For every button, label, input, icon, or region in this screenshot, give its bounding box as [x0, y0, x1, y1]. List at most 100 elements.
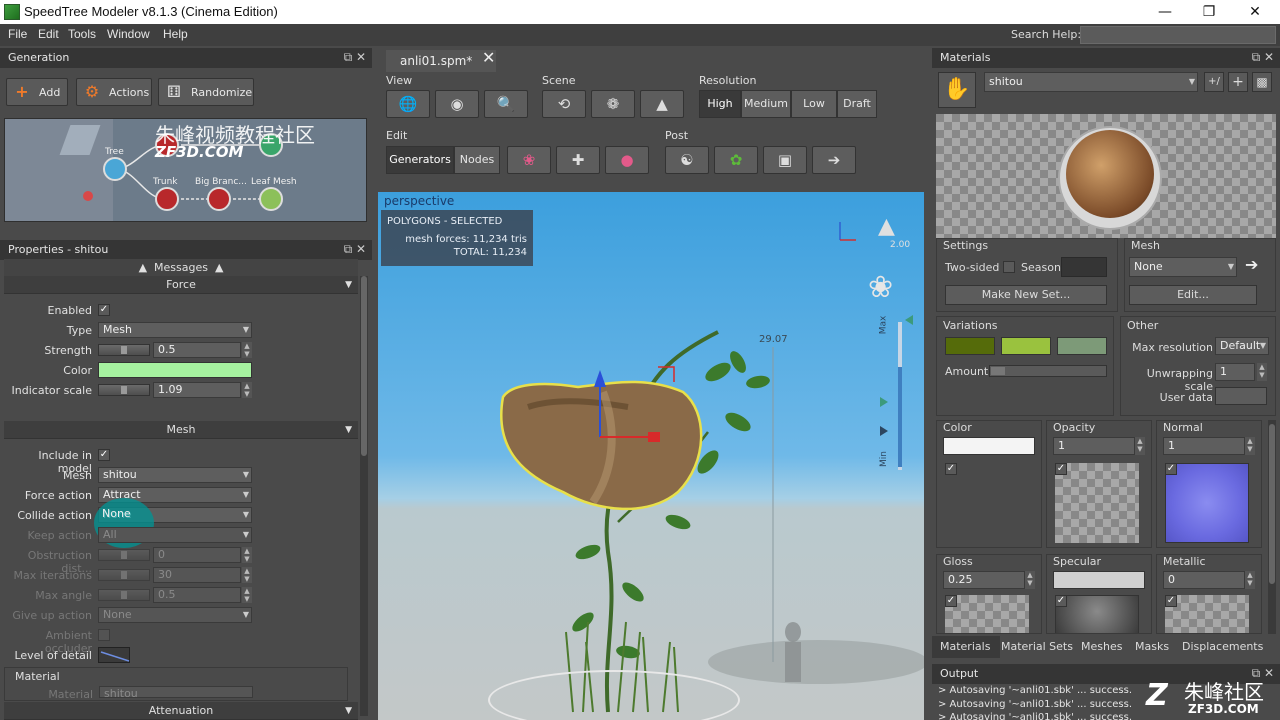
gloss-input[interactable]: 0.25	[943, 571, 1025, 589]
material-preview[interactable]	[936, 114, 1276, 238]
two-sided-checkbox[interactable]	[1003, 261, 1015, 273]
tab-material-sets[interactable]: Material Sets	[1001, 640, 1073, 653]
scene-light-button[interactable]: ▲	[640, 90, 684, 118]
include-in-model-checkbox[interactable]: ✓	[98, 449, 110, 461]
menu-window[interactable]: Window	[107, 27, 150, 41]
arrow-right-icon[interactable]: ➔	[1245, 255, 1258, 274]
node-graph[interactable]: Tree Trunk Big Branc... Leaf Mesh 朱峰视频教程…	[4, 118, 367, 222]
unwrapping-scale-spinner[interactable]: ▲ ▼	[1257, 363, 1267, 381]
lod-max-handle[interactable]	[905, 315, 913, 325]
color-map-texture[interactable]	[945, 463, 1029, 543]
mesh-edit-button[interactable]: Edit...	[1129, 285, 1257, 305]
metallic-map-texture[interactable]	[1165, 595, 1249, 633]
post-leaf-button[interactable]: ✿	[714, 146, 758, 174]
normal-spinner[interactable]: ▲ ▼	[1245, 437, 1255, 455]
zoom-view-button[interactable]: 🔍	[484, 90, 528, 118]
materials-scrollbar[interactable]	[1268, 420, 1276, 634]
scene-fan-button[interactable]: ❁	[591, 90, 635, 118]
tab-displacements[interactable]: Displacements	[1182, 640, 1263, 653]
max-angle-slider[interactable]	[98, 589, 150, 601]
orbit-view-button[interactable]: ◉	[435, 90, 479, 118]
add-material-button[interactable]: +	[1228, 72, 1248, 92]
normal-input[interactable]: 1	[1163, 437, 1245, 455]
ambient-occluder-checkbox[interactable]	[98, 629, 110, 641]
panel-float-close-icons[interactable]: ⧉ ✕	[344, 50, 366, 65]
specular-map-checkbox[interactable]: ✓	[1055, 595, 1067, 607]
lod-handle-1[interactable]	[880, 397, 888, 407]
variation-swatch-1[interactable]	[945, 337, 995, 355]
force-color-swatch[interactable]	[98, 362, 252, 378]
indicator-scale-input[interactable]: 1.09	[153, 382, 241, 398]
user-data-input[interactable]	[1215, 387, 1267, 405]
normal-map-checkbox[interactable]: ✓	[1165, 463, 1177, 475]
max-iterations-input[interactable]: 30	[153, 567, 241, 583]
amount-slider[interactable]	[989, 365, 1107, 377]
material-dropdown[interactable]: shitou ▼	[984, 72, 1198, 92]
mesh-section-header[interactable]: Mesh ▼	[4, 421, 358, 439]
attenuation-section-header[interactable]: Attenuation ▼	[4, 702, 358, 720]
make-new-set-button[interactable]: Make New Set...	[945, 285, 1107, 305]
resolution-medium-button[interactable]: Medium	[741, 90, 791, 118]
variation-swatch-3[interactable]	[1057, 337, 1107, 355]
globe-view-button[interactable]: 🌐	[386, 90, 430, 118]
force-section-header[interactable]: Force ▼	[4, 276, 358, 294]
document-tab[interactable]: anli01.spm*	[386, 50, 496, 72]
enabled-checkbox[interactable]: ✓	[98, 304, 110, 316]
max-iterations-slider[interactable]	[98, 569, 150, 581]
color-map-checkbox[interactable]: ✓	[945, 463, 957, 475]
add-button[interactable]: + Add	[6, 78, 68, 106]
level-of-detail-curve[interactable]	[98, 647, 130, 663]
close-window-button[interactable]: ✕	[1240, 2, 1270, 22]
material-mesh-select[interactable]: None ▼	[1129, 257, 1237, 277]
normal-map-texture[interactable]	[1165, 463, 1249, 543]
gloss-map-checkbox[interactable]: ✓	[945, 595, 957, 607]
strength-spinner[interactable]: ▲ ▼	[242, 342, 252, 358]
metallic-spinner[interactable]: ▲ ▼	[1245, 571, 1255, 589]
post-cluster-button[interactable]: ☯	[665, 146, 709, 174]
type-select[interactable]: Mesh ▼	[98, 322, 252, 338]
opacity-input[interactable]: 1	[1053, 437, 1135, 455]
post-image-button[interactable]: ▣	[763, 146, 807, 174]
menu-file[interactable]: File	[8, 27, 27, 41]
unwrapping-scale-input[interactable]: 1	[1215, 363, 1255, 381]
maximize-button[interactable]: ❐	[1194, 2, 1224, 22]
opacity-map-checkbox[interactable]: ✓	[1055, 463, 1067, 475]
edit-add-node-button[interactable]: ✚	[556, 146, 600, 174]
obstruction-spinner[interactable]: ▲ ▼	[242, 547, 252, 563]
messages-bar[interactable]: ▲ Messages ▲	[4, 259, 358, 277]
max-angle-spinner[interactable]: ▲ ▼	[242, 587, 252, 603]
material-select[interactable]: shitou	[99, 686, 253, 700]
max-resolution-select[interactable]: Default ▼	[1215, 337, 1269, 355]
properties-scrollbar[interactable]	[360, 276, 368, 716]
metallic-input[interactable]: 0	[1163, 571, 1245, 589]
tree-node[interactable]	[103, 157, 127, 181]
wind-fan-icon[interactable]: ❀	[868, 270, 893, 305]
lod-handle-2[interactable]	[880, 426, 888, 436]
nodes-button[interactable]: Nodes	[454, 146, 500, 174]
big-branch-node[interactable]	[207, 187, 231, 211]
opacity-map-texture[interactable]	[1055, 463, 1139, 543]
light-direction-icon[interactable]: ▲	[878, 214, 895, 239]
obstruction-input[interactable]: 0	[153, 547, 241, 563]
max-iterations-spinner[interactable]: ▲ ▼	[242, 567, 252, 583]
max-angle-input[interactable]: 0.5	[153, 587, 241, 603]
metallic-map-checkbox[interactable]: ✓	[1165, 595, 1177, 607]
resolution-low-button[interactable]: Low	[791, 90, 837, 118]
post-export-button[interactable]: ➔	[812, 146, 856, 174]
generators-button[interactable]: Generators	[386, 146, 454, 174]
menu-help[interactable]: Help	[163, 27, 188, 41]
force-node-icon[interactable]	[83, 191, 93, 201]
scene-wind-button[interactable]: ⟲	[542, 90, 586, 118]
opacity-spinner[interactable]: ▲ ▼	[1135, 437, 1145, 455]
resolution-high-button[interactable]: High	[699, 90, 741, 118]
mesh-select[interactable]: shitou ▼	[98, 467, 252, 483]
strength-slider[interactable]	[98, 344, 150, 356]
delete-material-button[interactable]: ▩	[1252, 72, 1272, 92]
search-help-input[interactable]	[1080, 26, 1276, 44]
gloss-spinner[interactable]: ▲ ▼	[1025, 571, 1035, 589]
hand-tool-button[interactable]: ✋	[938, 72, 976, 108]
menu-tools[interactable]: Tools	[68, 27, 96, 41]
obstruction-slider[interactable]	[98, 549, 150, 561]
panel-float-close-icons[interactable]: ⧉ ✕	[1252, 50, 1274, 65]
resolution-draft-button[interactable]: Draft	[837, 90, 877, 118]
